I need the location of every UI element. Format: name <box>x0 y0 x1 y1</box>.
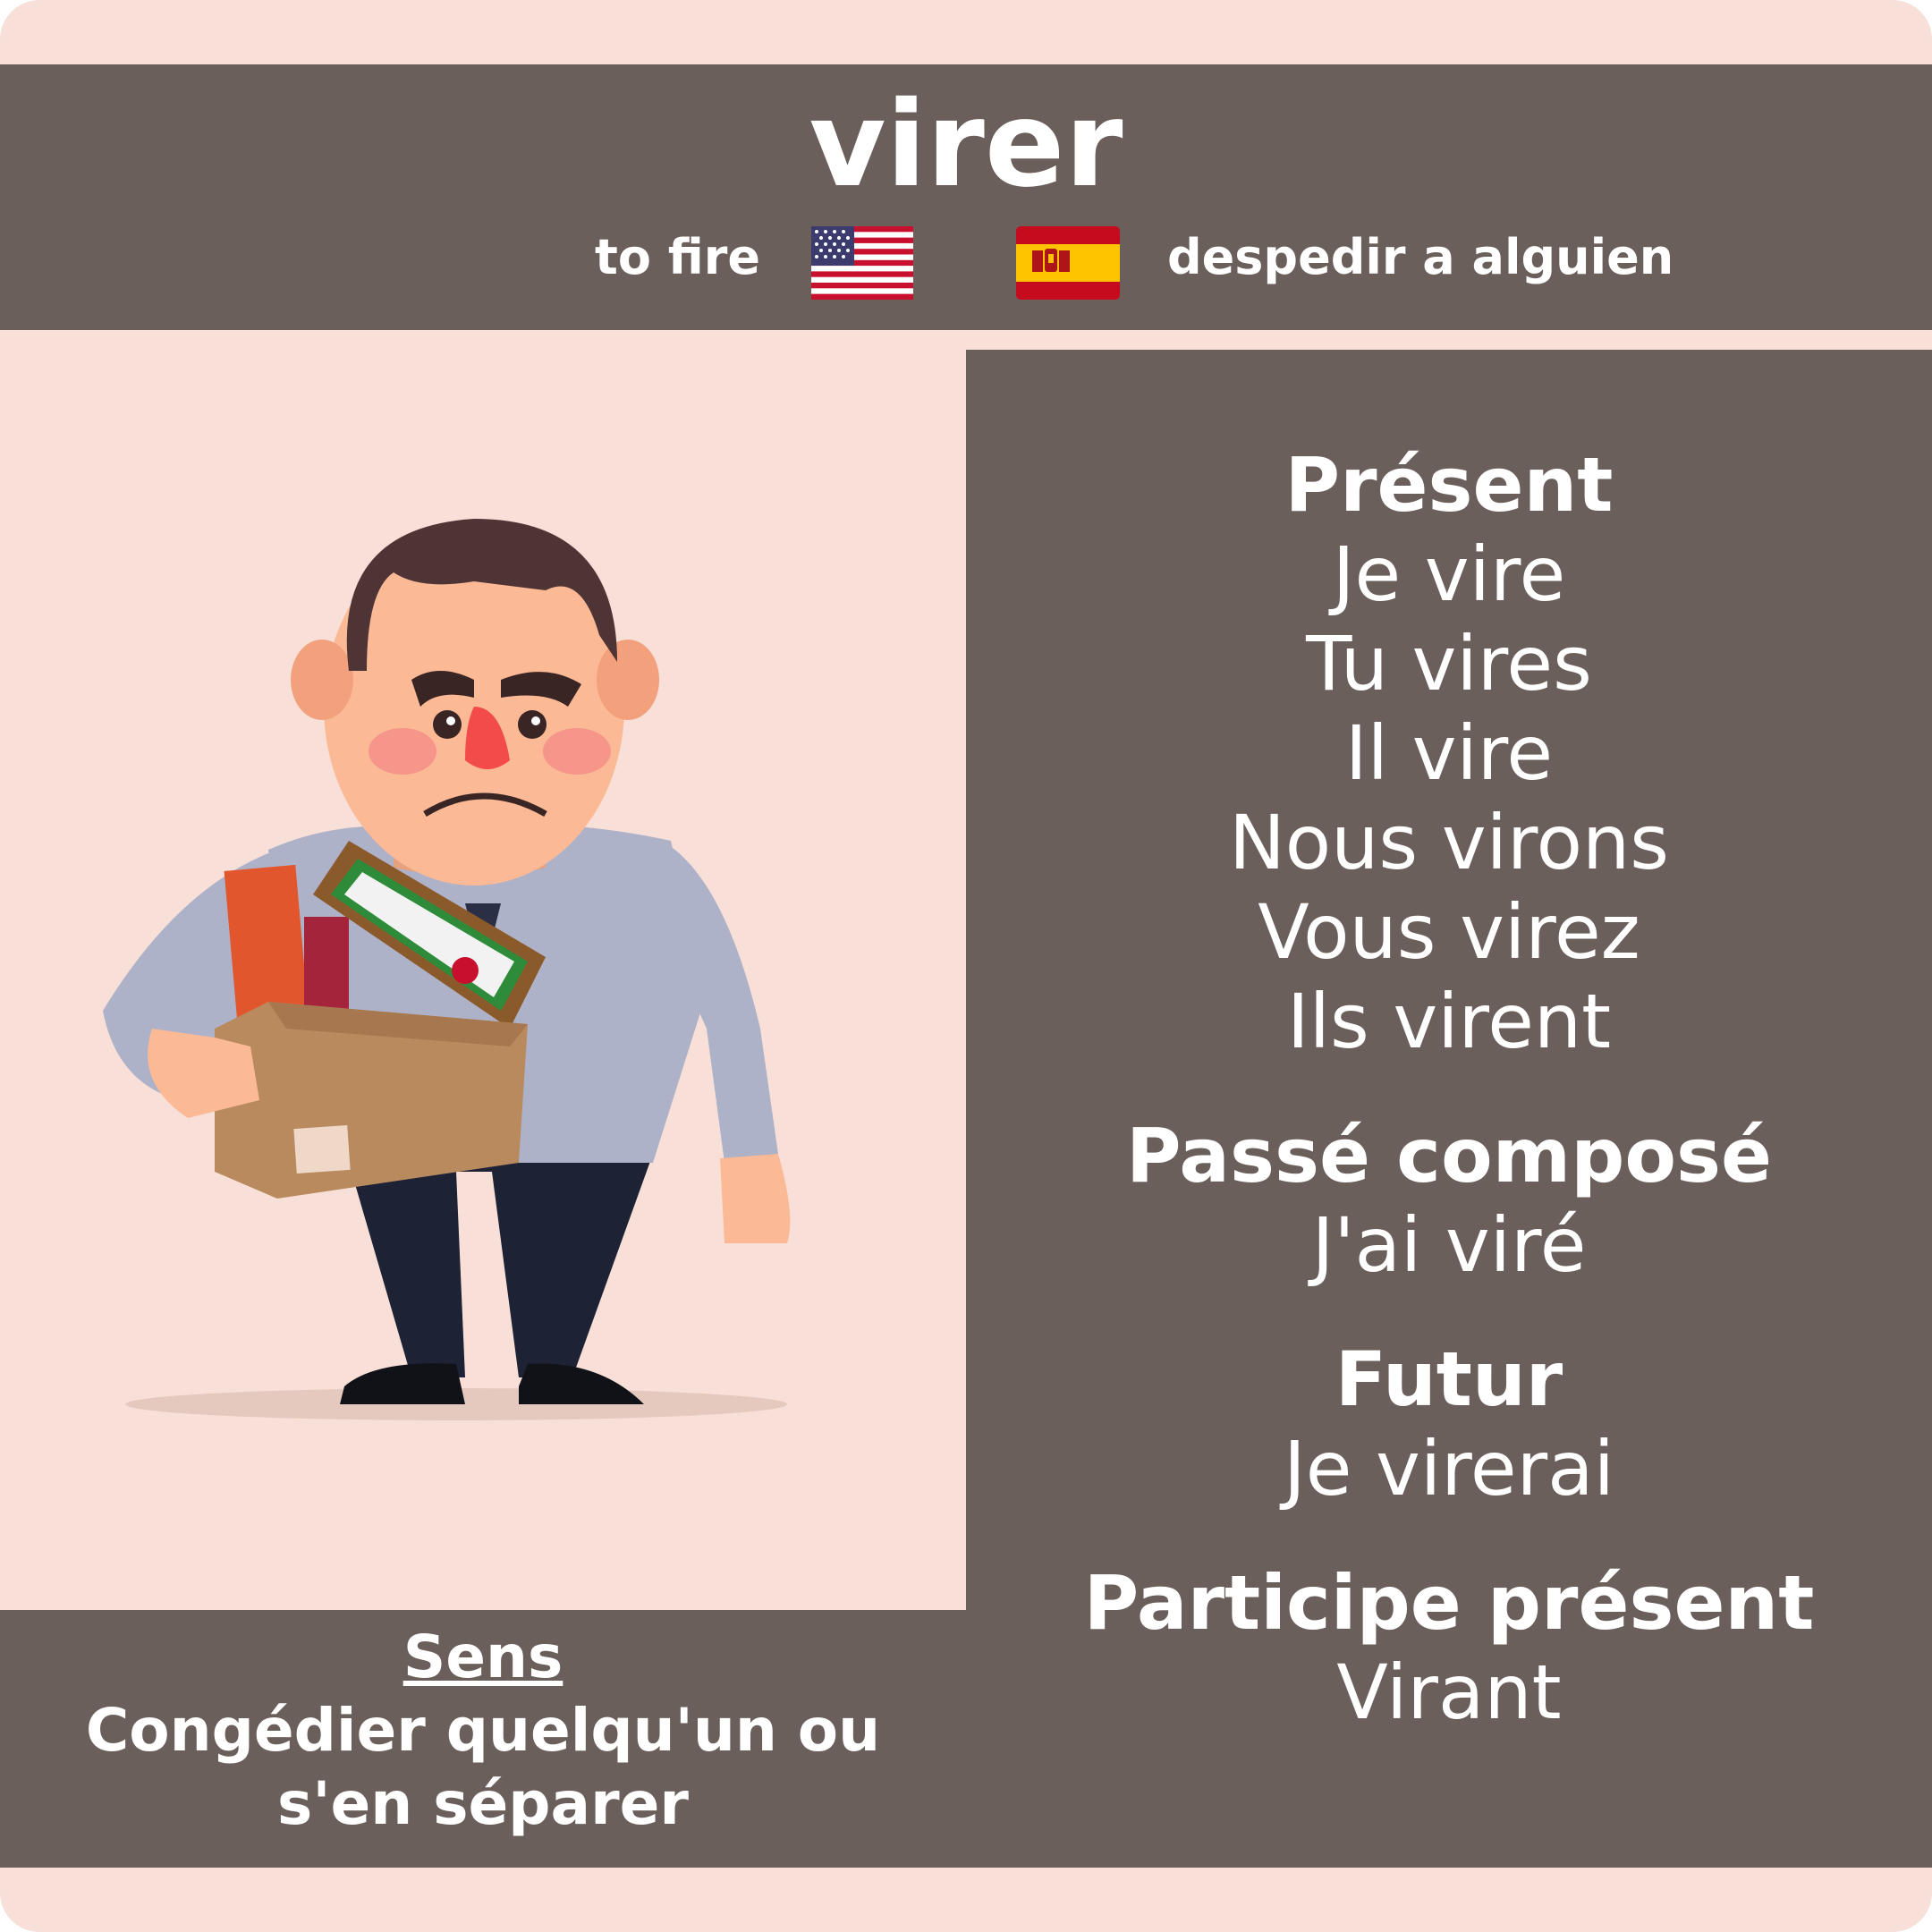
spanish-translation: despedir a alguien <box>1167 229 1674 285</box>
meaning-text: Congédier quelqu'un ou s'en séparer <box>85 1696 881 1838</box>
passe-compose-form: J'ai viré <box>1311 1201 1587 1289</box>
present-title: Présent <box>1284 441 1614 529</box>
fired-worker-illustration <box>103 519 791 1420</box>
spain-flag-icon <box>1016 226 1120 300</box>
us-flag-icon <box>811 226 913 300</box>
conjugation-list: Présent Je vire Tu vires Il vire Nous vi… <box>966 440 1932 1737</box>
present-form-il: Il vire <box>1344 709 1554 797</box>
present-form-nous: Nous virons <box>1228 799 1670 886</box>
meaning-title: Sens <box>402 1623 564 1691</box>
present-form-je: Je vire <box>1332 530 1566 618</box>
verb-title: virer <box>809 76 1123 214</box>
present-form-ils: Ils virent <box>1286 978 1612 1065</box>
present-form-vous: Vous virez <box>1258 888 1640 976</box>
participe-present-form: Virant <box>1336 1648 1562 1736</box>
passe-compose-title: Passé composé <box>1125 1112 1773 1199</box>
futur-form: Je virerai <box>1284 1425 1614 1513</box>
participe-present-title: Participe présent <box>1083 1559 1815 1647</box>
verb-card: virer to fire despedir a alguien Présent… <box>0 0 1932 1932</box>
present-form-tu: Tu vires <box>1306 620 1592 708</box>
meaning-block: Sens Congédier quelqu'un ou s'en séparer <box>27 1621 939 1841</box>
english-translation: to fire <box>595 229 760 285</box>
futur-title: Futur <box>1335 1335 1563 1423</box>
